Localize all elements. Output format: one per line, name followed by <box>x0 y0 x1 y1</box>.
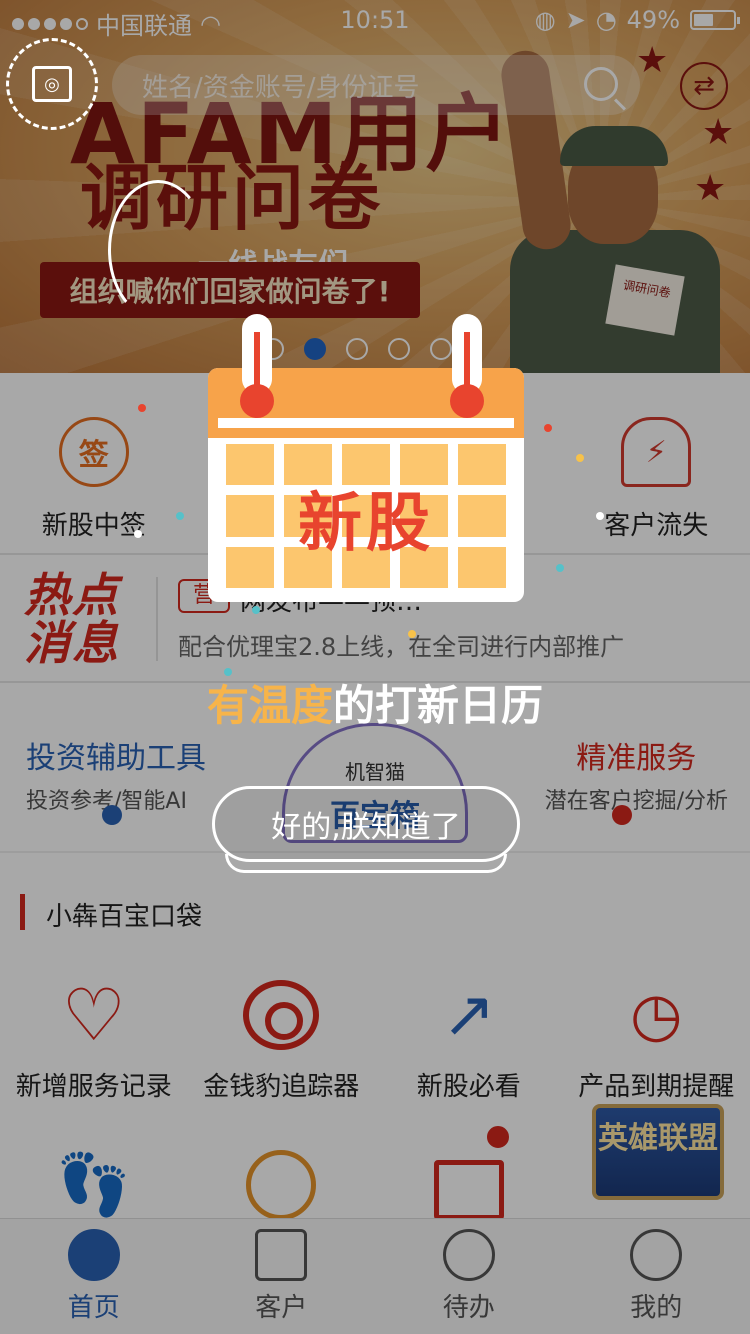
confetti <box>408 630 416 638</box>
caption-highlight: 有温度 <box>206 681 333 730</box>
confetti <box>596 512 604 520</box>
confetti <box>134 530 142 538</box>
home-page: AFAM用户 调研问卷 一线战友们 组织喊你们回家做问卷了! 调研问卷 ★ ★ … <box>0 0 750 1334</box>
ipo-calendar-modal: 新股 有温度的打新日历 好的,朕知道了 <box>0 0 750 1334</box>
acknowledge-button[interactable]: 好的,朕知道了 <box>212 786 520 873</box>
calendar-ring-right <box>450 314 484 418</box>
calendar-word: 新股 <box>298 487 434 561</box>
confetti <box>576 454 584 462</box>
confetti <box>556 564 564 572</box>
caption-text: 的打新日历 <box>333 681 544 730</box>
modal-caption: 有温度的打新日历 <box>0 672 750 733</box>
confetti <box>252 606 260 614</box>
confetti <box>176 512 184 520</box>
calendar-icon: ◎ <box>32 66 72 102</box>
calendar-ring-left <box>240 314 274 418</box>
calendar-shortcut-button[interactable]: ◎ <box>6 38 98 130</box>
arrow-doodle <box>108 180 208 320</box>
confetti <box>544 424 552 432</box>
confetti <box>138 404 146 412</box>
